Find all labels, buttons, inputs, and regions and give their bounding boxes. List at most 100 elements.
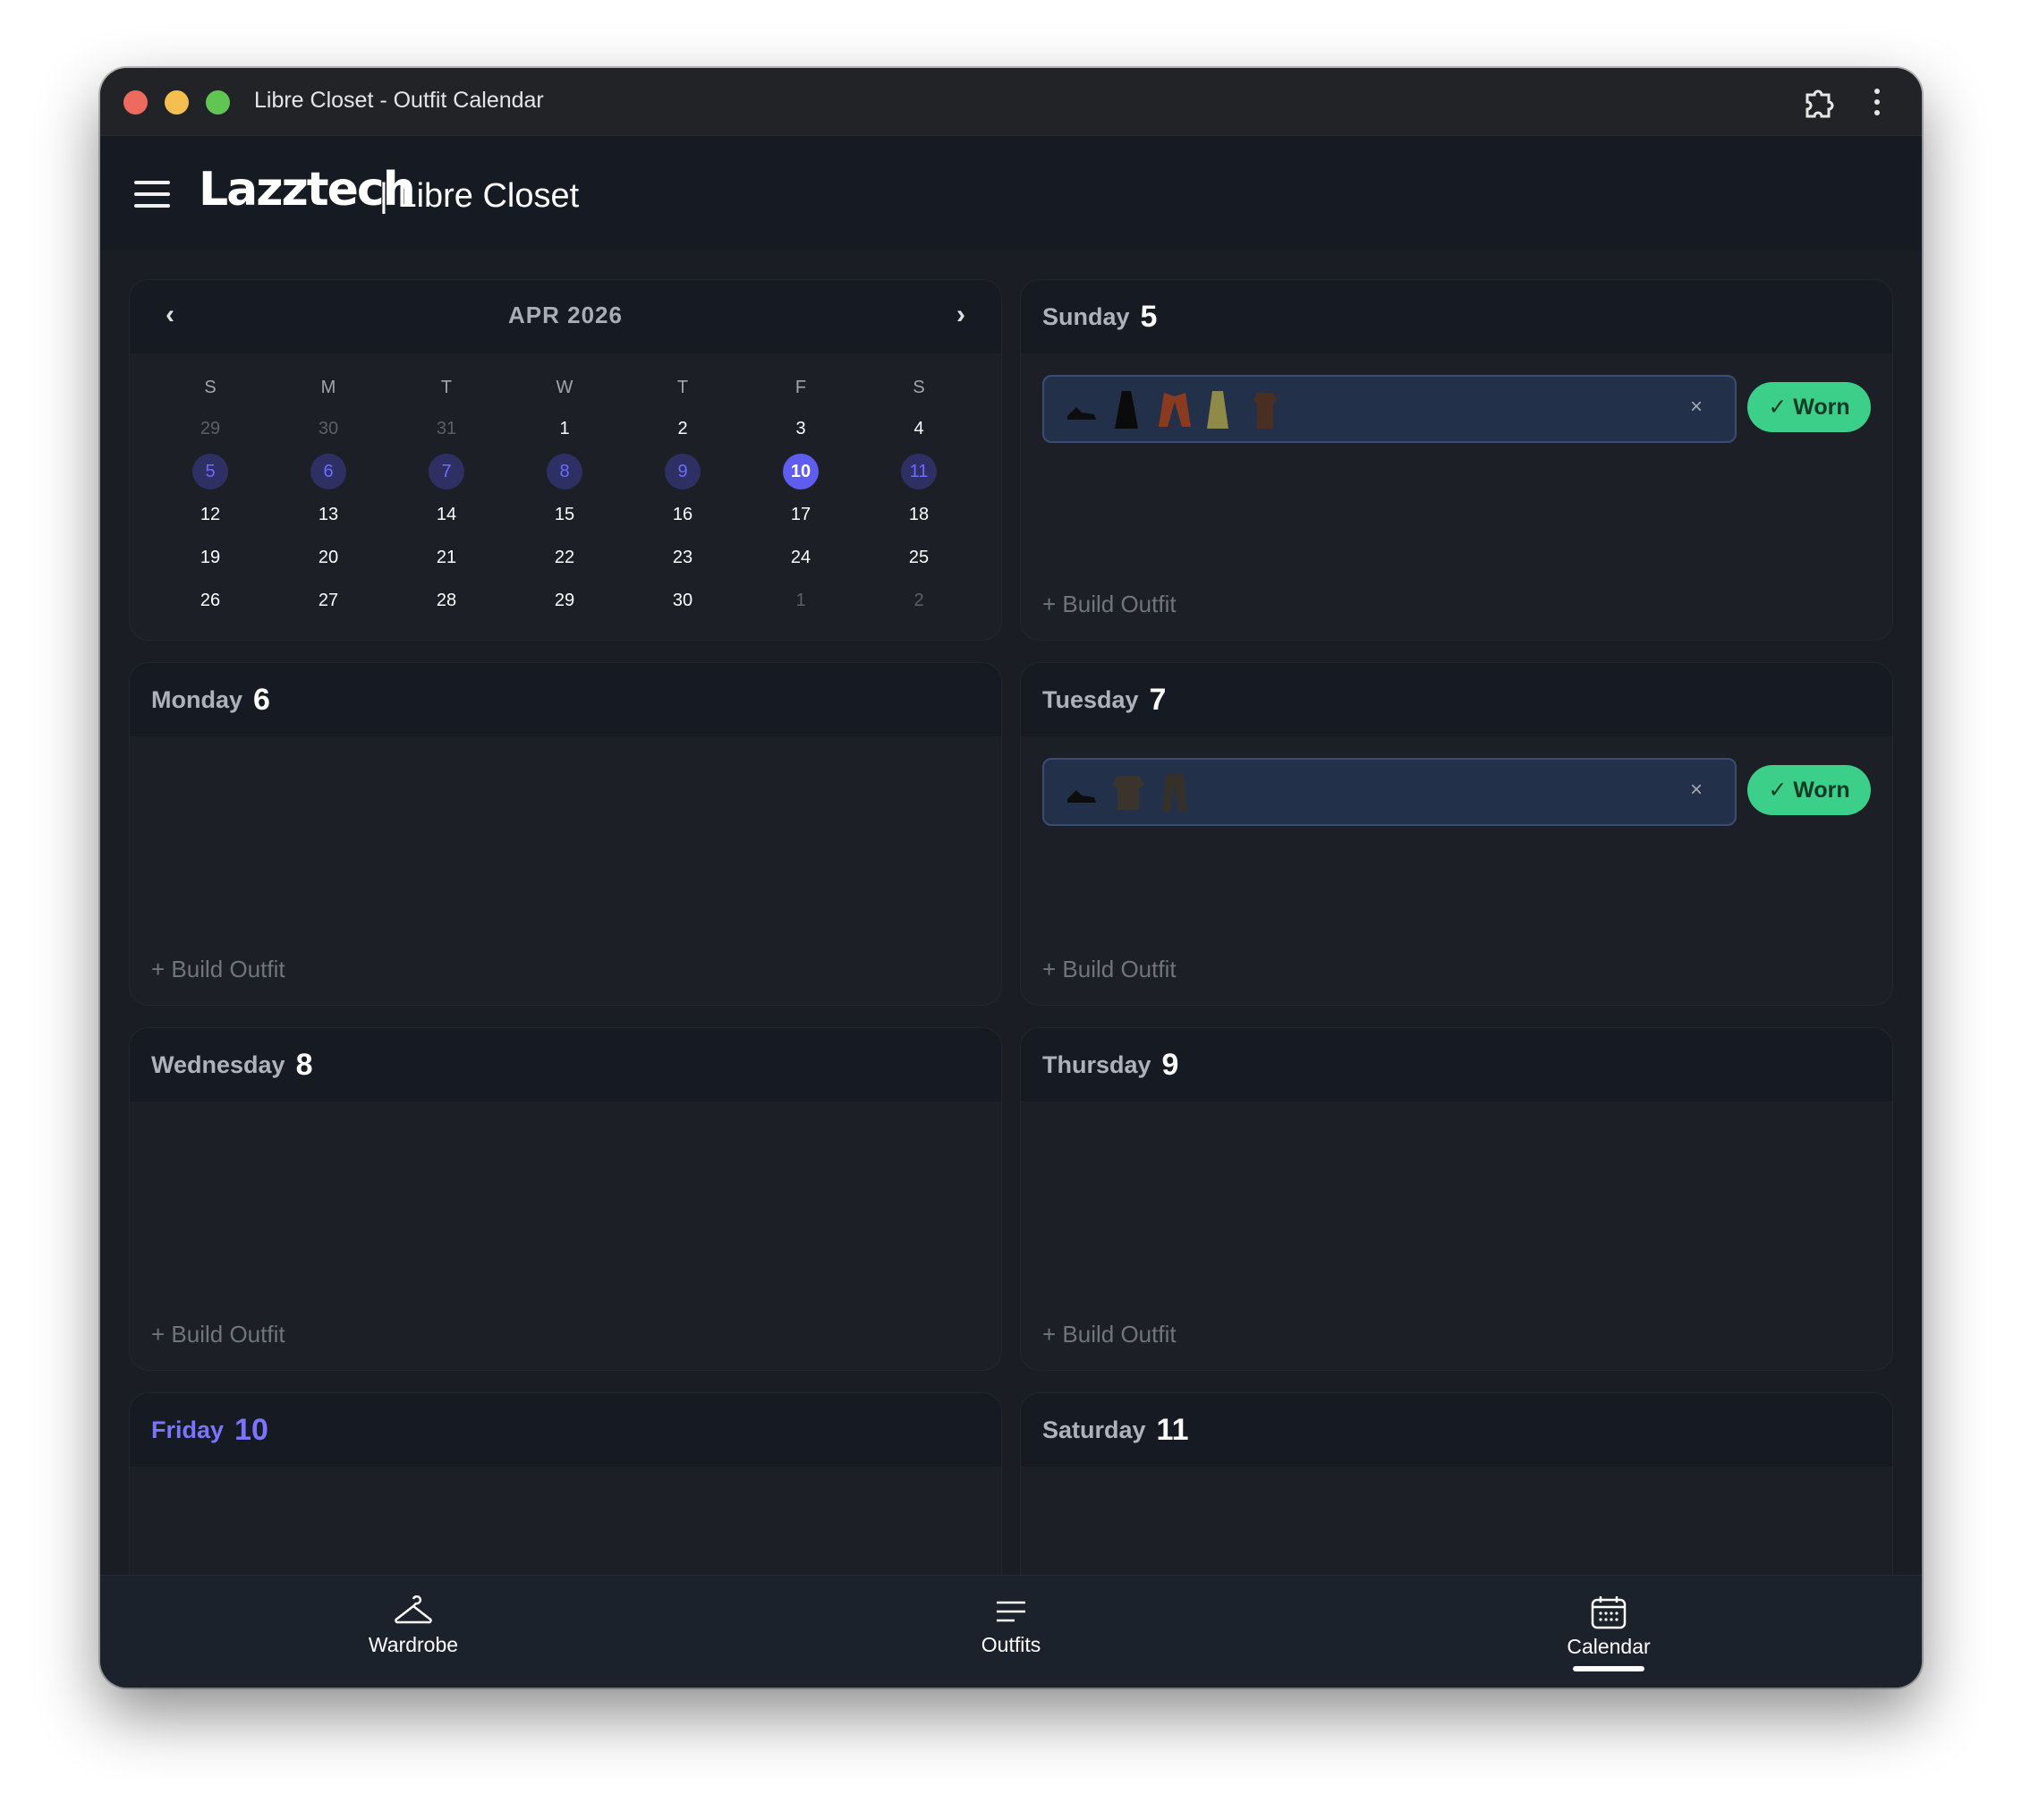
calendar-day[interactable]: 4 <box>901 411 937 446</box>
day-number: 6 <box>253 682 270 717</box>
hanger-icon <box>395 1595 432 1624</box>
calendar-day[interactable]: 14 <box>429 497 464 532</box>
calendar-day[interactable]: 21 <box>429 540 464 575</box>
calendar-day[interactable]: 28 <box>429 583 464 618</box>
calendar-day[interactable]: 8 <box>547 454 582 489</box>
day-header: Friday 10 <box>130 1393 1001 1467</box>
calendar-day[interactable]: 3 <box>783 411 819 446</box>
day-number: 11 <box>1156 1412 1189 1447</box>
worn-button[interactable]: ✓ Worn <box>1747 382 1871 432</box>
calendar-day[interactable]: 29 <box>192 411 228 446</box>
month-label: APR 2026 <box>508 302 623 328</box>
title-bar: Libre Closet - Outfit Calendar <box>100 68 1922 136</box>
day-card-thursday: Thursday 9 + Build Outfit <box>1020 1027 1893 1371</box>
calendar-day[interactable]: 6 <box>310 454 346 489</box>
build-outfit-button[interactable]: + Build Outfit <box>1042 956 1177 983</box>
skirt-icon <box>1207 391 1228 429</box>
top-icon <box>1112 776 1144 810</box>
calendar-day[interactable]: 31 <box>429 411 464 446</box>
calendar-day[interactable]: 16 <box>665 497 701 532</box>
active-tab-indicator <box>1573 1666 1644 1671</box>
next-month-button[interactable]: › <box>956 300 965 330</box>
calendar-day[interactable]: 12 <box>192 497 228 532</box>
extension-icon[interactable] <box>1800 84 1836 120</box>
build-outfit-button[interactable]: + Build Outfit <box>151 956 285 983</box>
maximize-window-button[interactable] <box>206 90 230 115</box>
calendar-day[interactable]: 24 <box>783 540 819 575</box>
day-card-friday: Friday 10 <box>129 1392 1002 1575</box>
calendar-day[interactable]: 11 <box>901 454 937 489</box>
calendar-content: ‹ APR 2026 › S M T W T F S 29 30 31 1 2 3 4 5 6 7 8 9 10 11 1… <box>100 251 1922 1575</box>
worn-button[interactable]: ✓ Worn <box>1747 765 1871 815</box>
day-number: 5 <box>1140 299 1158 334</box>
outfit-row: × ✓ Worn <box>1042 375 1871 443</box>
calendar-header: ‹ APR 2026 › <box>130 280 1001 353</box>
tab-wardrobe[interactable]: Wardrobe <box>324 1595 503 1657</box>
calendar-day[interactable]: 1 <box>783 583 819 618</box>
build-outfit-button[interactable]: + Build Outfit <box>1042 1321 1177 1348</box>
list-icon <box>997 1601 1025 1622</box>
calendar-day[interactable]: 5 <box>192 454 228 489</box>
tab-label: Outfits <box>981 1633 1041 1656</box>
jacket-icon <box>1159 393 1191 427</box>
outfit-chip[interactable]: × <box>1042 375 1737 443</box>
shoe-icon <box>1067 407 1096 420</box>
day-card-monday: Monday 6 + Build Outfit <box>129 662 1002 1006</box>
day-name: Sunday <box>1042 302 1130 330</box>
menu-icon[interactable] <box>134 181 170 209</box>
close-window-button[interactable] <box>123 90 148 115</box>
calendar-day[interactable]: 2 <box>901 583 937 618</box>
top-icon <box>1253 393 1277 429</box>
remove-outfit-button[interactable]: × <box>1690 395 1703 420</box>
calendar-day[interactable]: 29 <box>547 583 582 618</box>
calendar-day[interactable]: 30 <box>665 583 701 618</box>
calendar-day[interactable]: 22 <box>547 540 582 575</box>
shoe-icon <box>1067 790 1096 803</box>
day-card-tuesday: Tuesday 7 × ✓ Worn + Build Outfit <box>1020 662 1893 1006</box>
calendar-day[interactable]: 25 <box>901 540 937 575</box>
build-outfit-button[interactable]: + Build Outfit <box>151 1321 285 1348</box>
dress-icon <box>1115 391 1138 429</box>
outfit-row: × ✓ Worn <box>1042 758 1871 826</box>
day-name: Friday <box>151 1416 225 1443</box>
day-number: 9 <box>1161 1047 1179 1082</box>
calendar-day[interactable]: 20 <box>310 540 346 575</box>
calendar-day[interactable]: 10 <box>783 454 819 489</box>
day-header: Sunday 5 <box>1021 280 1892 353</box>
calendar-icon <box>1591 1596 1627 1629</box>
outfit-chip[interactable]: × <box>1042 758 1737 826</box>
tab-outfits[interactable]: Outfits <box>922 1595 1100 1657</box>
day-card-wednesday: Wednesday 8 + Build Outfit <box>129 1027 1002 1371</box>
calendar-day[interactable]: 30 <box>310 411 346 446</box>
calendar-day[interactable]: 26 <box>192 583 228 618</box>
calendar-day[interactable]: 18 <box>901 497 937 532</box>
day-name: Monday <box>151 685 243 713</box>
tab-label: Wardrobe <box>368 1633 459 1656</box>
app-bar: Lazztech | Libre Closet <box>100 136 1922 251</box>
calendar-day[interactable]: 15 <box>547 497 582 532</box>
calendar-day[interactable]: 9 <box>665 454 701 489</box>
remove-outfit-button[interactable]: × <box>1690 778 1703 803</box>
window-title: Libre Closet - Outfit Calendar <box>254 88 544 113</box>
app-window: Libre Closet - Outfit Calendar Lazztech … <box>100 68 1922 1688</box>
calendar-day[interactable]: 27 <box>310 583 346 618</box>
day-header: Thursday 9 <box>1021 1028 1892 1101</box>
calendar-day[interactable]: 1 <box>547 411 582 446</box>
day-name: Tuesday <box>1042 685 1139 713</box>
minimize-window-button[interactable] <box>165 90 189 115</box>
day-name: Saturday <box>1042 1416 1146 1443</box>
calendar-day[interactable]: 17 <box>783 497 819 532</box>
tab-calendar[interactable]: Calendar <box>1519 1595 1698 1671</box>
calendar-day[interactable]: 23 <box>665 540 701 575</box>
day-header: Wednesday 8 <box>130 1028 1001 1101</box>
weekday-header: S <box>204 377 217 397</box>
calendar-day[interactable]: 2 <box>665 411 701 446</box>
pants-icon <box>1162 774 1187 812</box>
calendar-day[interactable]: 19 <box>192 540 228 575</box>
more-options-icon[interactable] <box>1868 86 1886 118</box>
day-number: 7 <box>1149 682 1167 717</box>
calendar-day[interactable]: 13 <box>310 497 346 532</box>
day-header: Monday 6 <box>130 663 1001 736</box>
calendar-day[interactable]: 7 <box>429 454 464 489</box>
build-outfit-button[interactable]: + Build Outfit <box>1042 591 1177 618</box>
